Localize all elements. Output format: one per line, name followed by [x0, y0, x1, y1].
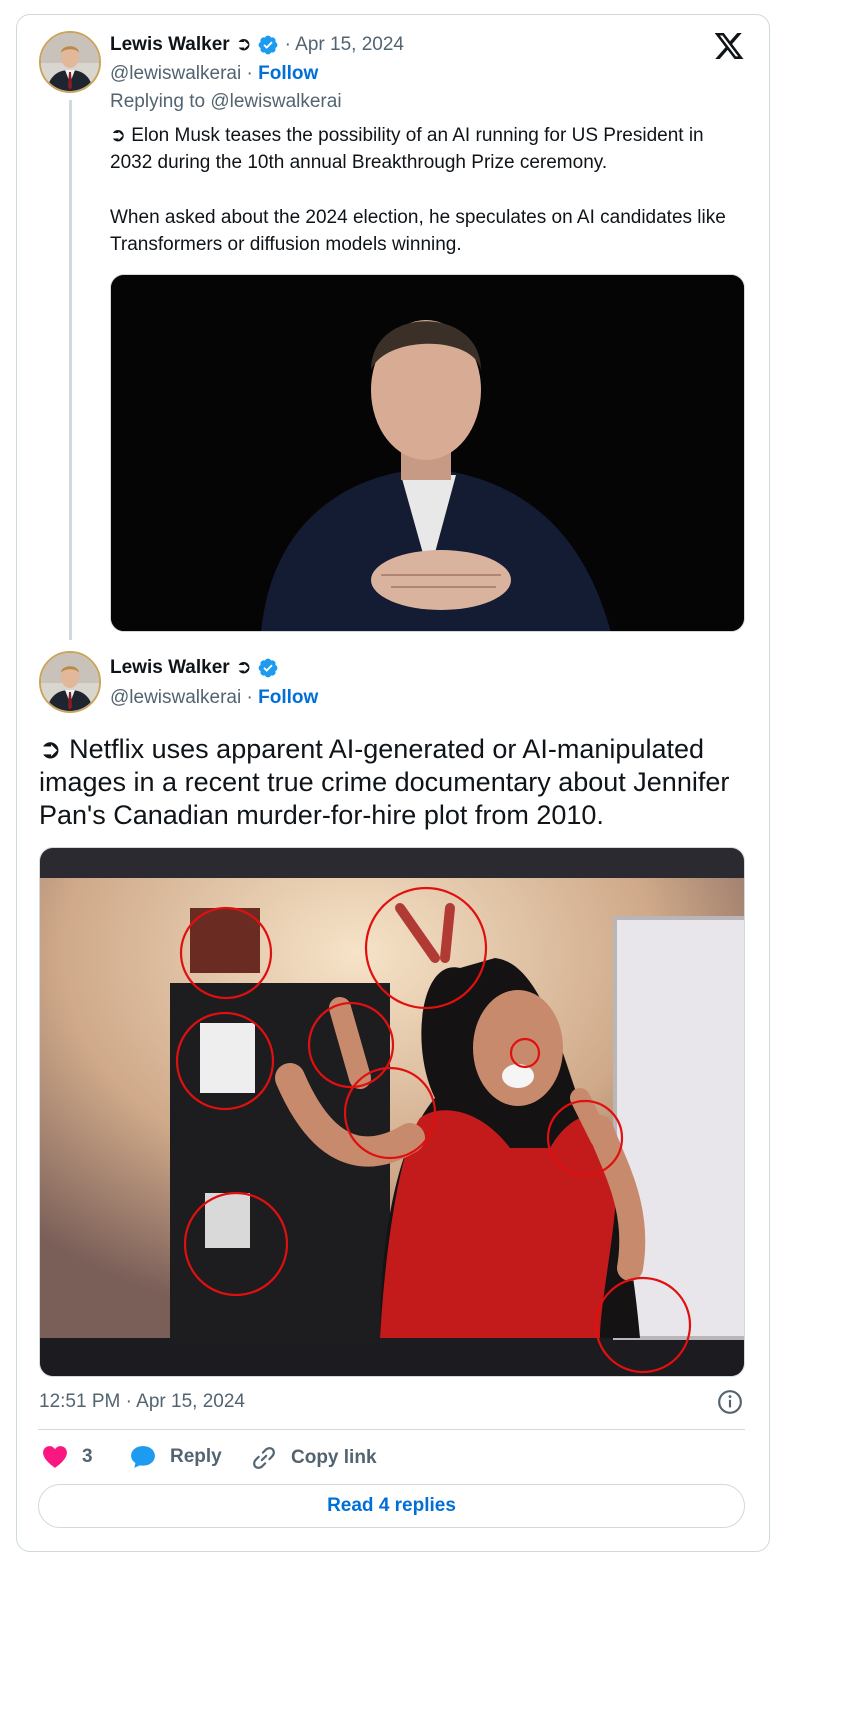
avatar[interactable]	[39, 31, 101, 93]
avatar[interactable]	[39, 651, 101, 713]
thread-connector-line	[69, 100, 72, 640]
tweet-photo[interactable]	[110, 274, 745, 632]
tweet-text-paragraph-1: ➲ Elon Musk teases the possibility of an…	[110, 125, 704, 173]
link-icon	[253, 1447, 275, 1469]
annotated-photo-illustration	[40, 848, 744, 1376]
author-name[interactable]: Lewis Walker	[110, 34, 230, 56]
name-symbol: ➲	[235, 34, 252, 55]
separator: ·	[246, 63, 253, 84]
verified-badge-icon	[258, 658, 278, 677]
heart-icon	[43, 1446, 67, 1468]
tweet-timestamp[interactable]: 12:51 PM · Apr 15, 2024	[39, 1391, 245, 1413]
handle-row: @lewiswalkerai · Follow	[110, 63, 318, 85]
author-handle[interactable]: @lewiswalkerai	[110, 687, 241, 708]
read-replies-button[interactable]: Read 4 replies	[38, 1484, 745, 1528]
like-button[interactable]: 3	[42, 1445, 93, 1469]
copy-link-button[interactable]: Copy link	[251, 1445, 377, 1471]
author-row: Lewis Walker ➲	[110, 656, 279, 679]
tweet-photo[interactable]	[39, 847, 745, 1377]
like-count: 3	[82, 1446, 93, 1467]
reply-label: Reply	[170, 1446, 222, 1467]
author-row: Lewis Walker ➲ · Apr 15, 2024	[110, 33, 404, 56]
tweet-text-paragraph-2: When asked about the 2024 election, he s…	[110, 207, 726, 255]
follow-button[interactable]: Follow	[258, 63, 318, 84]
separator: ·	[246, 687, 253, 708]
reply-button[interactable]: Reply	[130, 1445, 222, 1469]
replying-to-label[interactable]: Replying to @lewiswalkerai	[110, 91, 342, 113]
info-icon[interactable]	[717, 1389, 743, 1415]
handle-row: @lewiswalkerai · Follow	[110, 687, 318, 709]
name-symbol: ➲	[235, 657, 252, 678]
tweet-text: ➲ Netflix uses apparent AI-generated or …	[39, 734, 730, 830]
reply-bubble-icon	[131, 1446, 155, 1468]
author-name[interactable]: Lewis Walker	[110, 657, 230, 679]
copy-link-label: Copy link	[291, 1447, 377, 1468]
read-replies-label: Read 4 replies	[327, 1495, 456, 1516]
tweet-date[interactable]: · Apr 15, 2024	[285, 34, 404, 56]
x-logo-icon[interactable]	[712, 30, 746, 62]
follow-button[interactable]: Follow	[258, 687, 318, 708]
author-handle[interactable]: @lewiswalkerai	[110, 63, 241, 84]
divider	[38, 1429, 745, 1430]
verified-badge-icon	[258, 35, 278, 54]
portrait-illustration	[111, 275, 744, 631]
